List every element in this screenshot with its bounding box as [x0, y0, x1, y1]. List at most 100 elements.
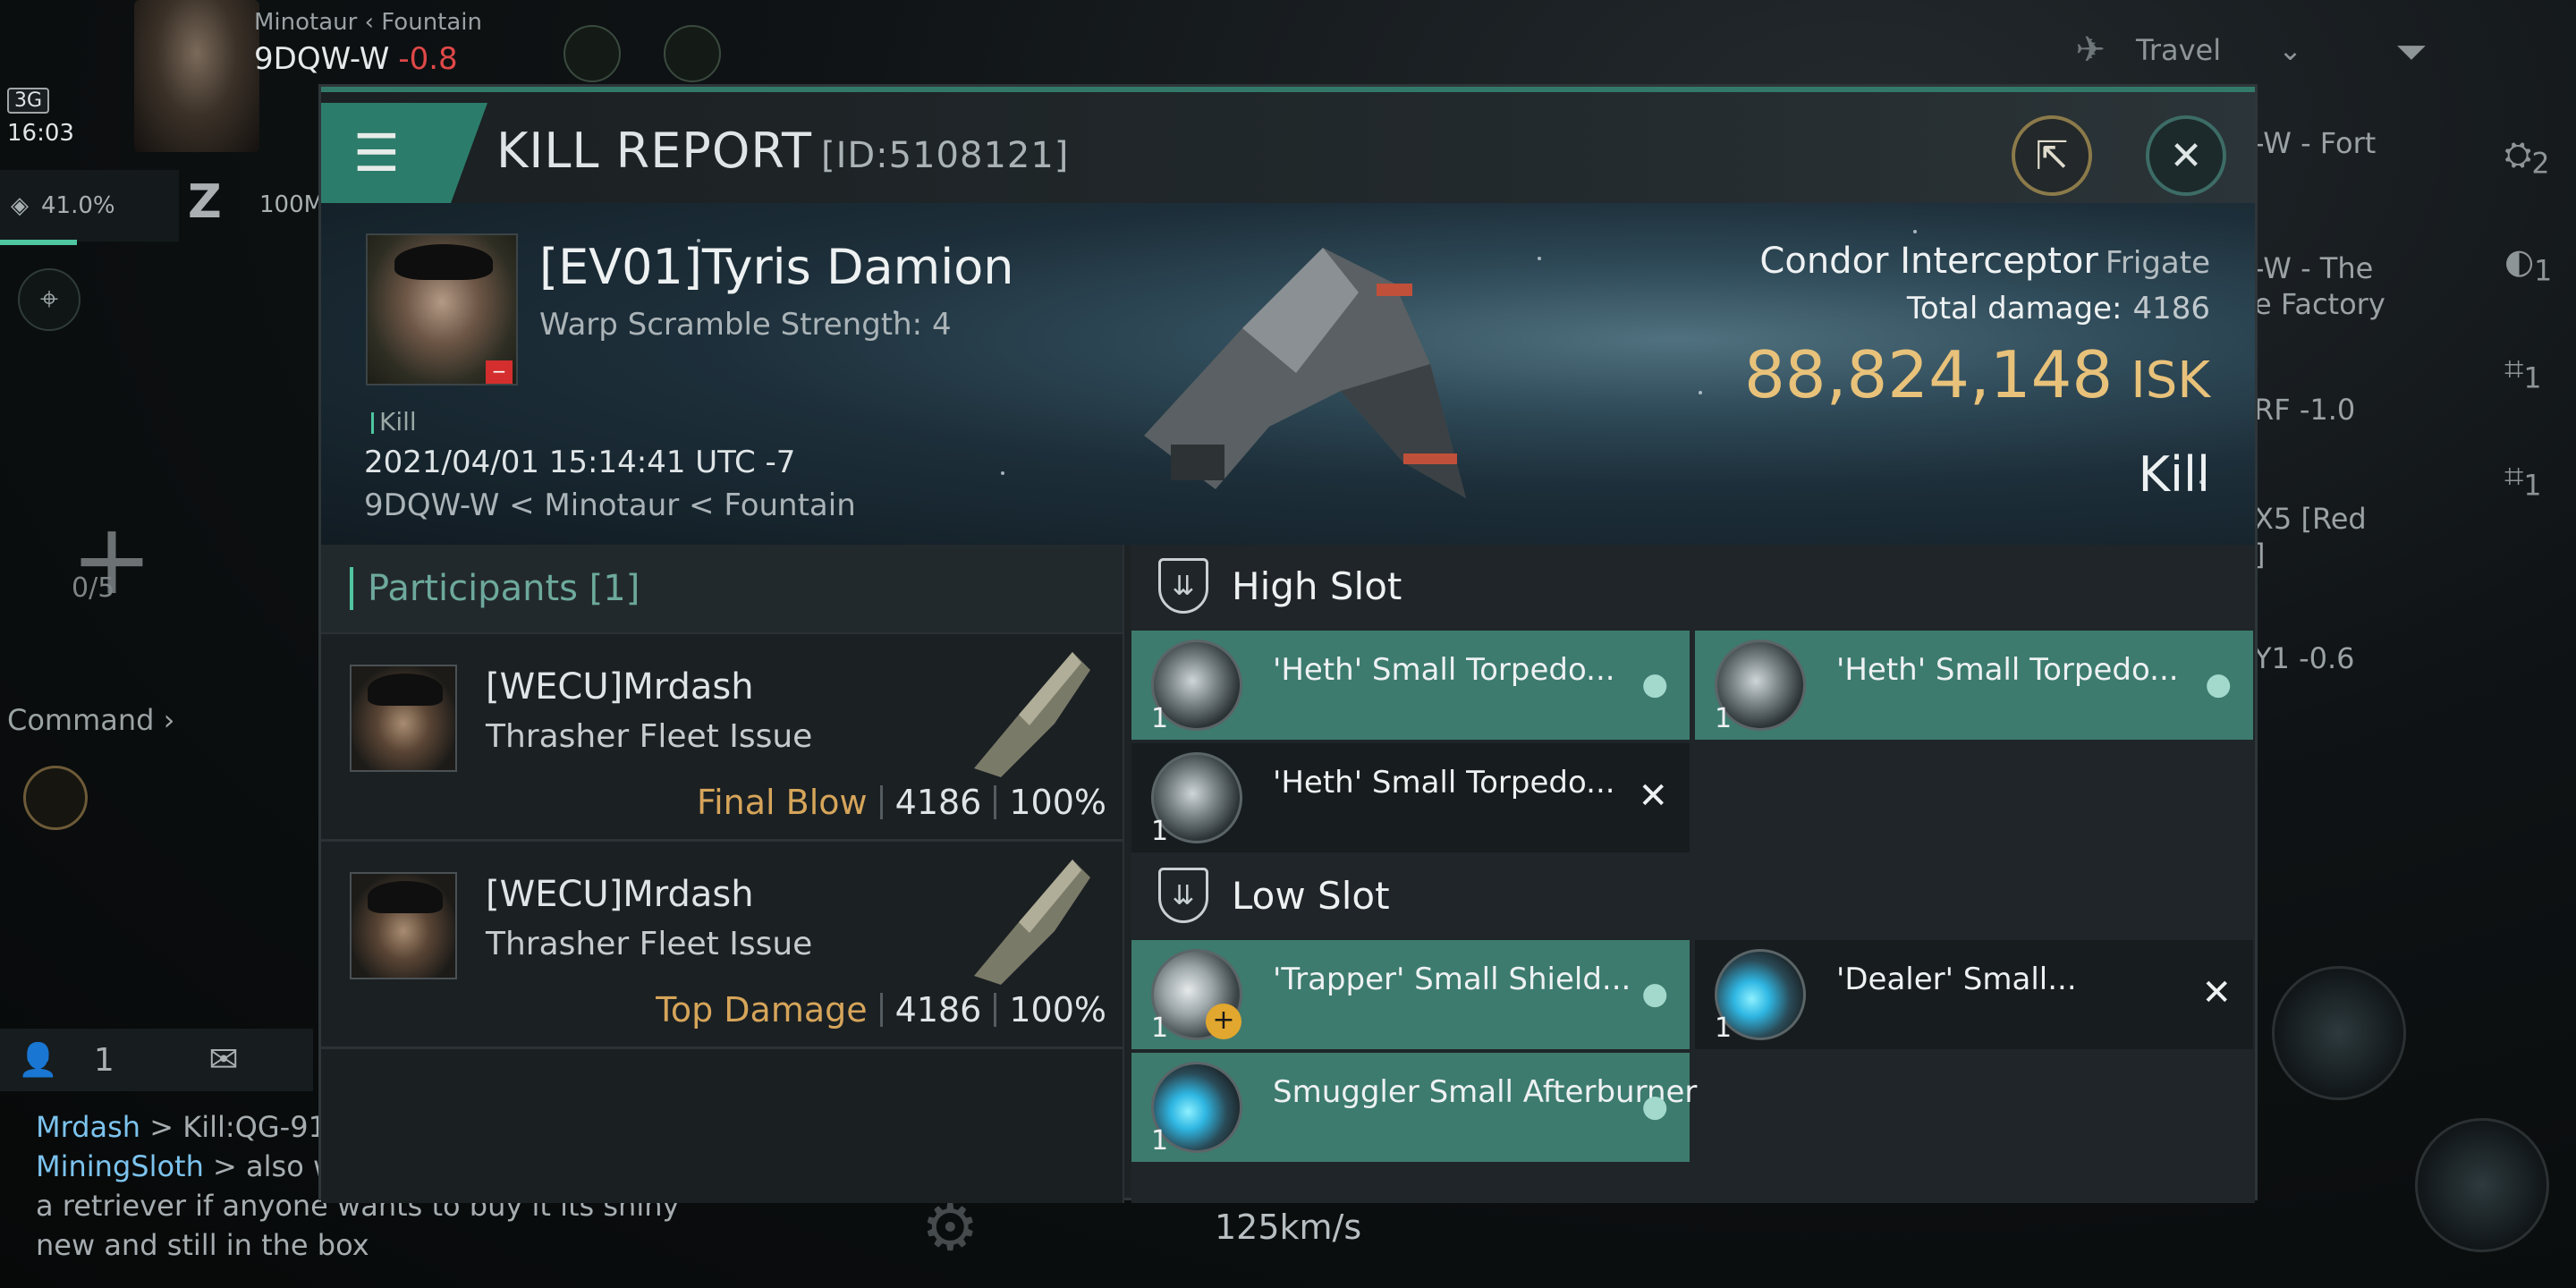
victim-banner: − [EV01]Tyris Damion Warp Scramble Stren…: [321, 203, 2255, 545]
kill-tag-bar: [371, 412, 374, 434]
participant-ship: Thrasher Fleet Issue: [486, 926, 813, 962]
share-icon[interactable]: ⇱: [2012, 115, 2092, 196]
kill-tag: Kill: [371, 407, 417, 436]
overview-item[interactable]: RF -1.0: [2254, 392, 2469, 428]
kill-date: 2021/04/01 15:14:41 UTC -7: [364, 445, 796, 480]
command-icon[interactable]: [23, 766, 88, 830]
fitting-panel[interactable]: ⇊ High Slot 1 'Heth' Small Torpedo... ● 1…: [1131, 545, 2255, 1203]
chevron-right-icon: ›: [163, 703, 175, 737]
participant-stats: Top Damage 4186 100%: [656, 990, 1106, 1030]
module-name: 'Heth' Small Torpedo...: [1273, 652, 1615, 688]
participant-ship-image: [974, 860, 1090, 985]
total-damage-value: 4186: [2132, 291, 2210, 326]
ship-icon: ✈: [2075, 30, 2106, 71]
close-icon[interactable]: ✕: [2146, 115, 2226, 196]
chat-line: new and still in the box: [36, 1225, 716, 1265]
victim-name[interactable]: [EV01]Tyris Damion: [539, 239, 1013, 295]
participant-damage: 4186: [894, 783, 982, 822]
overview-badge: 1: [2523, 362, 2542, 395]
z-icon[interactable]: Z: [188, 175, 222, 229]
destroyed-icon: ✕: [2201, 972, 2232, 1013]
module-slot-icon[interactable]: [2272, 966, 2406, 1100]
participant-portrait[interactable]: [350, 872, 457, 979]
overview-badge: 1: [2523, 470, 2542, 503]
ship-status-icon[interactable]: [664, 25, 721, 82]
menu-icon[interactable]: ☰: [321, 103, 487, 203]
fleet-count: 0/5: [72, 572, 115, 604]
command-label: Command: [7, 703, 155, 737]
stat-separator: [994, 785, 997, 819]
participant-role: Top Damage: [656, 990, 868, 1030]
total-damage-label: Total damage:: [1906, 291, 2123, 326]
module-item[interactable]: 1 'Heth' Small Torpedo... ●: [1695, 631, 2253, 740]
pilot-avatar[interactable]: [134, 0, 259, 152]
participants-panel: Participants [1] [WECU]Mrdash Thrasher F…: [321, 545, 1124, 1203]
module-quantity: 1: [1151, 1013, 1169, 1044]
module-quantity: 1: [1151, 703, 1169, 734]
signal-indicator: 3G: [7, 88, 50, 114]
cargo-bar: [0, 240, 77, 245]
overview-item[interactable]: -W - The e Factory: [2254, 250, 2469, 322]
overview-icon[interactable]: ⛭2: [2504, 134, 2558, 188]
overview-icon[interactable]: ◐1: [2504, 242, 2558, 295]
module-quantity: 1: [1151, 816, 1169, 847]
kill-tag-text: Kill: [379, 407, 417, 436]
clock: 16:03: [7, 120, 74, 147]
cargo-indicator[interactable]: ◈ 41.0%: [0, 170, 179, 242]
module-quantity: 1: [1715, 703, 1733, 734]
stat-separator: [879, 993, 883, 1027]
location-pin-icon[interactable]: ⌖: [18, 268, 80, 331]
travel-dropdown[interactable]: ✈ Travel ⌄: [2048, 18, 2343, 82]
isk-amount: 88,824,148: [1743, 337, 2114, 412]
kill-location[interactable]: 9DQW-W < Minotaur < Fountain: [364, 487, 856, 523]
report-id: [ID:5108121]: [820, 135, 1070, 176]
participant-row[interactable]: [WECU]Mrdash Thrasher Fleet Issue Final …: [321, 634, 1123, 842]
parent-region-name: Fountain: [381, 9, 483, 36]
kill-result: Kill: [2138, 446, 2210, 503]
participant-percent: 100%: [1009, 783, 1106, 822]
filter-icon[interactable]: ⏷: [2379, 20, 2444, 84]
travel-label: Travel: [2136, 33, 2222, 67]
high-slot-header: ⇊ High Slot: [1131, 545, 1402, 627]
module-item[interactable]: 1 'Heth' Small Torpedo... ✕: [1131, 743, 1690, 852]
overview-item[interactable]: -W - Fort: [2254, 125, 2469, 161]
overview-badge: 1: [2534, 255, 2553, 288]
stat-separator: [994, 993, 997, 1027]
dialog-title-bar: ☰ KILL REPORT [ID:5108121] ⇱ ✕: [321, 92, 2255, 203]
dropped-icon: ●: [1641, 1089, 1668, 1124]
module-name: 'Heth' Small Torpedo...: [1273, 765, 1615, 801]
isk-value: 88,824,148 ISK: [1744, 337, 2210, 412]
target-icon[interactable]: [564, 25, 621, 82]
module-item[interactable]: 1 Smuggler Small Afterburner ●: [1131, 1053, 1697, 1162]
module-item[interactable]: 1 'Heth' Small Torpedo... ●: [1131, 631, 1690, 740]
command-button[interactable]: Command ›: [7, 703, 174, 737]
module-slot-icon[interactable]: [2415, 1118, 2549, 1252]
chat-sender: Mrdash: [36, 1110, 141, 1144]
participant-portrait[interactable]: [350, 665, 457, 772]
ship-name[interactable]: Condor Interceptor Frigate: [1759, 241, 2210, 282]
module-item[interactable]: + 1 'Trapper' Small Shield... ●: [1131, 940, 1690, 1049]
overview-icon[interactable]: ⌗1: [2504, 456, 2558, 510]
security-status: -0.8: [398, 41, 458, 77]
total-damage: Total damage: 4186: [1907, 291, 2210, 326]
overview-item[interactable]: X5 [Red ]: [2254, 501, 2469, 572]
local-members-button[interactable]: 👤 1: [0, 1041, 170, 1080]
overview-icon[interactable]: ⌗1: [2504, 349, 2558, 402]
overview-item[interactable]: Y1 -0.6: [2254, 640, 2469, 676]
cargo-icon: ◈: [11, 192, 29, 219]
participant-row[interactable]: [WECU]Mrdash Thrasher Fleet Issue Top Da…: [321, 842, 1123, 1049]
mail-icon[interactable]: ✉: [170, 1039, 277, 1080]
participant-name: [WECU]Mrdash: [486, 666, 754, 708]
chat-bar: 👤 1 ✉: [0, 1029, 313, 1091]
module-name: 'Dealer' Small...: [1836, 962, 2077, 997]
dropped-icon: ●: [1641, 666, 1668, 702]
title-text: KILL REPORT: [496, 123, 812, 179]
person-icon: 👤: [18, 1042, 58, 1079]
module-item[interactable]: 1 'Dealer' Small... ✕: [1695, 940, 2253, 1049]
ship-class: Frigate: [2105, 245, 2210, 281]
participant-damage: 4186: [894, 990, 982, 1030]
victim-ship-image[interactable]: [1108, 230, 1484, 525]
system-region[interactable]: Minotaur ‹ Fountain: [254, 9, 482, 36]
system-name[interactable]: 9DQW-W -0.8: [254, 41, 458, 77]
warp-scramble-strength: Warp Scramble Strength: 4: [539, 307, 952, 343]
